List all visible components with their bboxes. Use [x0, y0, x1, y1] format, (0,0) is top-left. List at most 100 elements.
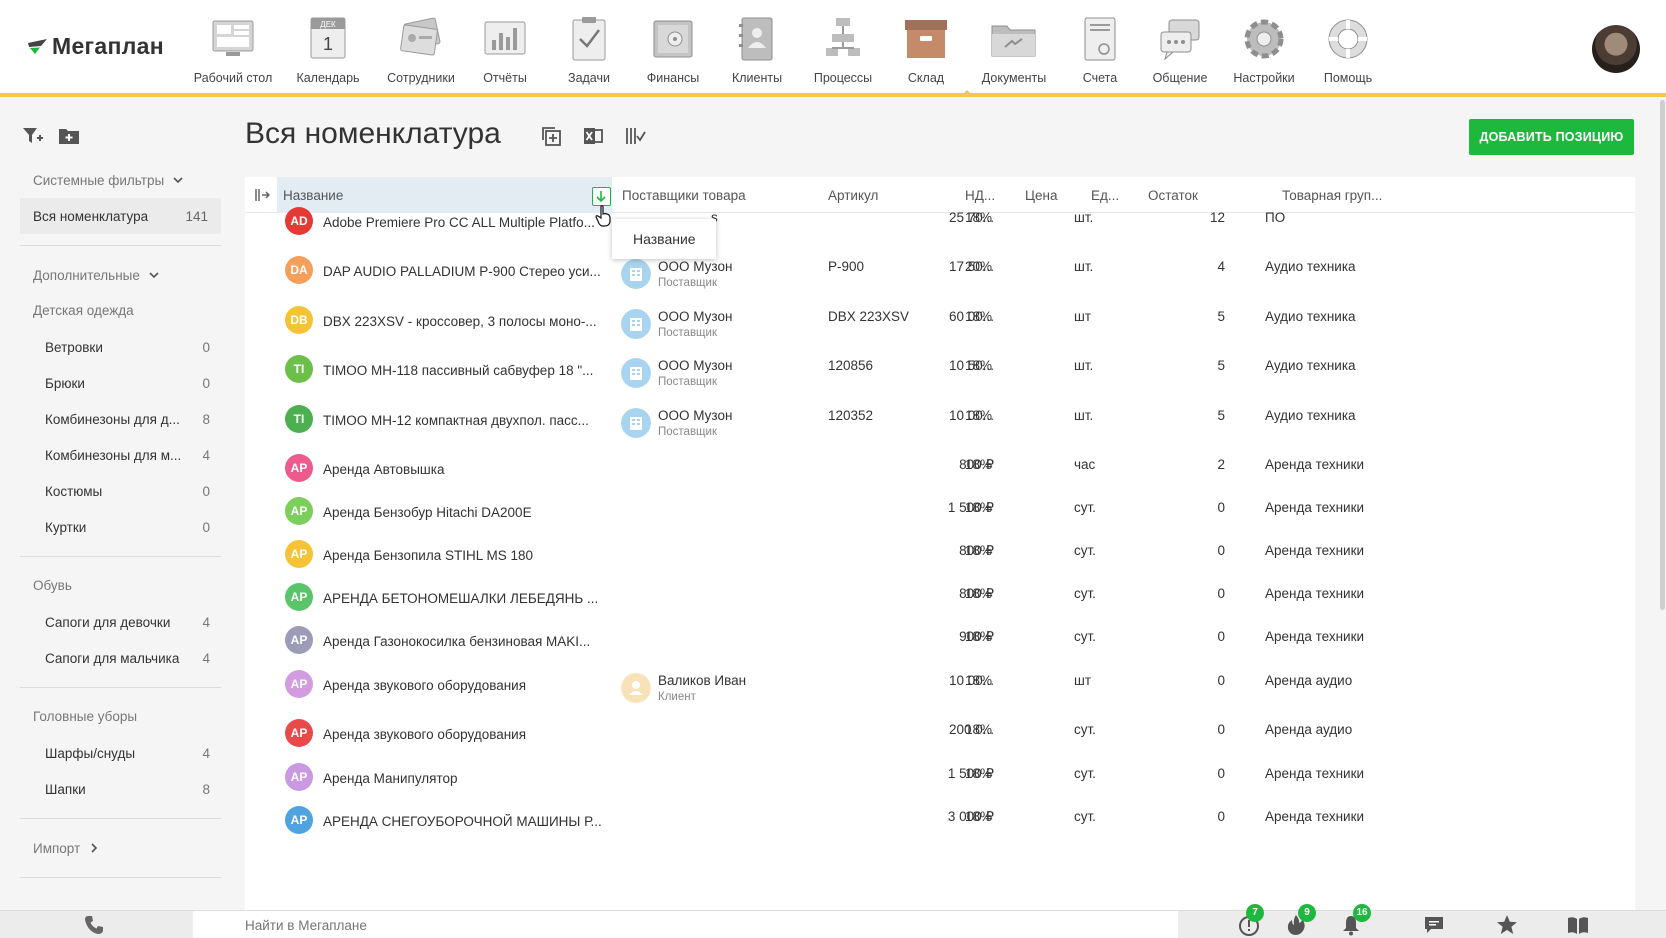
nav-desktop[interactable]: Рабочий стол [185, 14, 281, 85]
supplier-name[interactable]: ООО Музон [658, 408, 732, 423]
clients-icon [739, 17, 773, 61]
item-name[interactable]: TIMOO MH-118 пассивный сабвуфер 18 "... [323, 363, 603, 378]
add-filter-icon[interactable] [22, 126, 44, 146]
table-row[interactable]: АР Аренда звукового оборудования Валиков И… [245, 666, 1635, 710]
item-name[interactable]: DBX 223XSV - кроссовер, 3 полосы моно-..… [323, 314, 603, 329]
column-name[interactable]: Название [283, 188, 343, 203]
column-vat[interactable]: НД... [965, 188, 995, 203]
column-stock[interactable]: Остаток [1148, 188, 1198, 203]
table-row[interactable]: АР Аренда Бензобур Hitachi DA200E 18% 1 500… [245, 493, 1635, 537]
supplier-name[interactable]: ООО Музон [658, 259, 732, 274]
columns-toggle-icon[interactable] [255, 188, 270, 202]
columns-settings-icon[interactable] [624, 125, 646, 147]
item-unit: шт. [1074, 358, 1094, 373]
table-row[interactable]: АР Аренда Манипулятор 18% 1 500 ₽ сут. 0 Аренд… [245, 759, 1635, 803]
nav-calendar[interactable]: ДЕК 1 Календарь [280, 14, 376, 85]
sidebar-item-trousers[interactable]: Брюки 0 [20, 365, 221, 401]
column-product-group[interactable]: Товарная груп... [1282, 188, 1382, 203]
finance-icon [653, 20, 693, 58]
table-row[interactable]: DB DBX 223XSV - кроссовер, 3 полосы моно-… [245, 302, 1635, 346]
sidebar-item-overalls-girls[interactable]: Комбинезоны для д... 8 [20, 401, 221, 437]
item-name[interactable]: DAP AUDIO PALLADIUM P-900 Стерео уси... [323, 264, 603, 279]
item-name[interactable]: Аренда Газонокосилка бензиновая MAKI... [323, 634, 603, 649]
item-group: Аудио техника [1265, 259, 1356, 274]
table-row[interactable]: АР АРЕНДА СНЕГОУБОРОЧНОЙ МАШИНЫ Р... 18% 3 … [245, 802, 1635, 846]
extra-filters-toggle[interactable]: Дополнительные [20, 257, 221, 293]
table-row[interactable]: АР АРЕНДА БЕТОНОМЕШАЛКИ ЛЕБЕДЯНЬ ... 18% 80… [245, 579, 1635, 623]
messages-icon[interactable] [1423, 914, 1445, 936]
table-row[interactable]: АР Аренда Газонокосилка бензиновая MAKI..… [245, 622, 1635, 666]
sidebar-item-boots-girls[interactable]: Сапоги для девочки 4 [20, 604, 221, 640]
nav-employees[interactable]: Сотрудники [373, 14, 469, 85]
nav-reports[interactable]: Отчёты [457, 14, 553, 85]
nav-help[interactable]: Помощь [1300, 14, 1396, 85]
item-price: 10 00... [948, 408, 994, 423]
column-suppliers[interactable]: Поставщики товара [622, 188, 746, 203]
knowledge-book-icon[interactable] [1567, 914, 1589, 936]
svg-text:1: 1 [323, 34, 333, 54]
item-unit: шт. [1074, 210, 1094, 225]
nav-finance[interactable]: Финансы [625, 14, 721, 85]
add-item-button[interactable]: ДОБАВИТЬ ПОЗИЦИЮ [1469, 119, 1634, 155]
table-row[interactable]: DA DAP AUDIO PALLADIUM P-900 Стерео уси..… [245, 252, 1635, 296]
nav-warehouse[interactable]: Склад [878, 14, 974, 85]
item-name[interactable]: Аренда Манипулятор [323, 771, 603, 786]
item-group: Аренда техники [1265, 766, 1365, 781]
nav-chat[interactable]: Общение [1132, 14, 1228, 85]
item-avatar: АР [285, 626, 313, 654]
sidebar-item-overalls-boys[interactable]: Комбинезоны для м... 4 [20, 437, 221, 473]
notifications-count-badge: 16 [1353, 904, 1371, 922]
table-row[interactable]: АР Аренда звукового оборудования 18% 200 0.… [245, 715, 1635, 759]
item-price: 10 50... [948, 358, 994, 373]
nav-settings[interactable]: Настройки [1216, 14, 1312, 85]
sidebar-item-jackets[interactable]: Куртки 0 [20, 509, 221, 545]
company-icon [621, 408, 651, 438]
filter-all-items[interactable]: Вся номенклатура 141 [20, 198, 221, 234]
group-shoes[interactable]: Обувь [20, 568, 221, 604]
phone-icon[interactable] [84, 915, 104, 935]
item-unit: шт [1074, 309, 1092, 324]
item-name[interactable]: Аренда Бензопила STIHL MS 180 [323, 548, 603, 563]
group-headwear[interactable]: Головные уборы [20, 699, 221, 735]
nav-documents[interactable]: Документы [966, 14, 1062, 85]
sidebar-item-boots-boys[interactable]: Сапоги для мальчика 4 [20, 640, 221, 676]
column-unit[interactable]: Ед... [1091, 188, 1119, 203]
scrollbar[interactable] [1660, 100, 1665, 610]
table-row[interactable]: AD Adobe Premiere Pro CC ALL Multiple Pla… [245, 203, 1635, 247]
table-row[interactable]: АР Аренда Автовышка 18% 800 ₽ час 2 Аренда тех… [245, 450, 1635, 494]
nav-clients[interactable]: Клиенты [709, 14, 805, 85]
item-name[interactable]: TIMOO MH-12 компактная двухпол. пасс... [323, 413, 603, 428]
logo[interactable]: Мегаплан [27, 33, 164, 60]
sidebar-item-windbreakers[interactable]: Ветровки 0 [20, 329, 221, 365]
group-kids-clothing[interactable]: Детская одежда [20, 293, 221, 329]
excel-export-icon[interactable] [582, 125, 604, 147]
column-article[interactable]: Артикул [828, 188, 878, 203]
item-name[interactable]: Аренда звукового оборудования [323, 678, 603, 693]
global-search-input[interactable] [193, 911, 1178, 938]
sidebar-item-suits[interactable]: Костюмы 0 [20, 473, 221, 509]
item-name[interactable]: Аренда Автовышка [323, 462, 603, 477]
item-name[interactable]: Аренда Бензобур Hitachi DA200E [323, 505, 603, 520]
supplier-name[interactable]: Валиков Иван [658, 673, 746, 688]
item-name[interactable]: АРЕНДА БЕТОНОМЕШАЛКИ ЛЕБЕДЯНЬ ... [323, 591, 603, 606]
copy-icon[interactable] [540, 125, 562, 147]
supplier-name[interactable]: ООО Музон [658, 358, 732, 373]
item-name[interactable]: Аренда звукового оборудования [323, 727, 603, 742]
chevron-right-icon [91, 843, 98, 853]
system-filters-toggle[interactable]: Системные фильтры [20, 162, 221, 198]
item-name[interactable]: Adobe Premiere Pro CC ALL Multiple Platf… [323, 215, 603, 230]
item-name[interactable]: АРЕНДА СНЕГОУБОРОЧНОЙ МАШИНЫ Р... [323, 814, 603, 829]
add-folder-icon[interactable] [58, 126, 80, 146]
table-row[interactable]: TI TIMOO MH-118 пассивный сабвуфер 18 "..… [245, 351, 1635, 395]
table-row[interactable]: TI TIMOO MH-12 компактная двухпол. пасс..… [245, 401, 1635, 445]
user-avatar[interactable] [1592, 25, 1640, 73]
import-link[interactable]: Импорт [20, 830, 221, 866]
nav-processes[interactable]: Процессы [795, 14, 891, 85]
sidebar-item-hats[interactable]: Шапки 8 [20, 771, 221, 807]
favorites-star-icon[interactable] [1496, 914, 1518, 936]
column-price[interactable]: Цена [1025, 188, 1057, 203]
supplier-name[interactable]: ООО Музон [658, 309, 732, 324]
sidebar-item-scarves[interactable]: Шарфы/снуды 4 [20, 735, 221, 771]
nav-tasks[interactable]: Задачи [541, 14, 637, 85]
table-row[interactable]: АР Аренда Бензопила STIHL MS 180 18% 800 ₽ с… [245, 536, 1635, 580]
